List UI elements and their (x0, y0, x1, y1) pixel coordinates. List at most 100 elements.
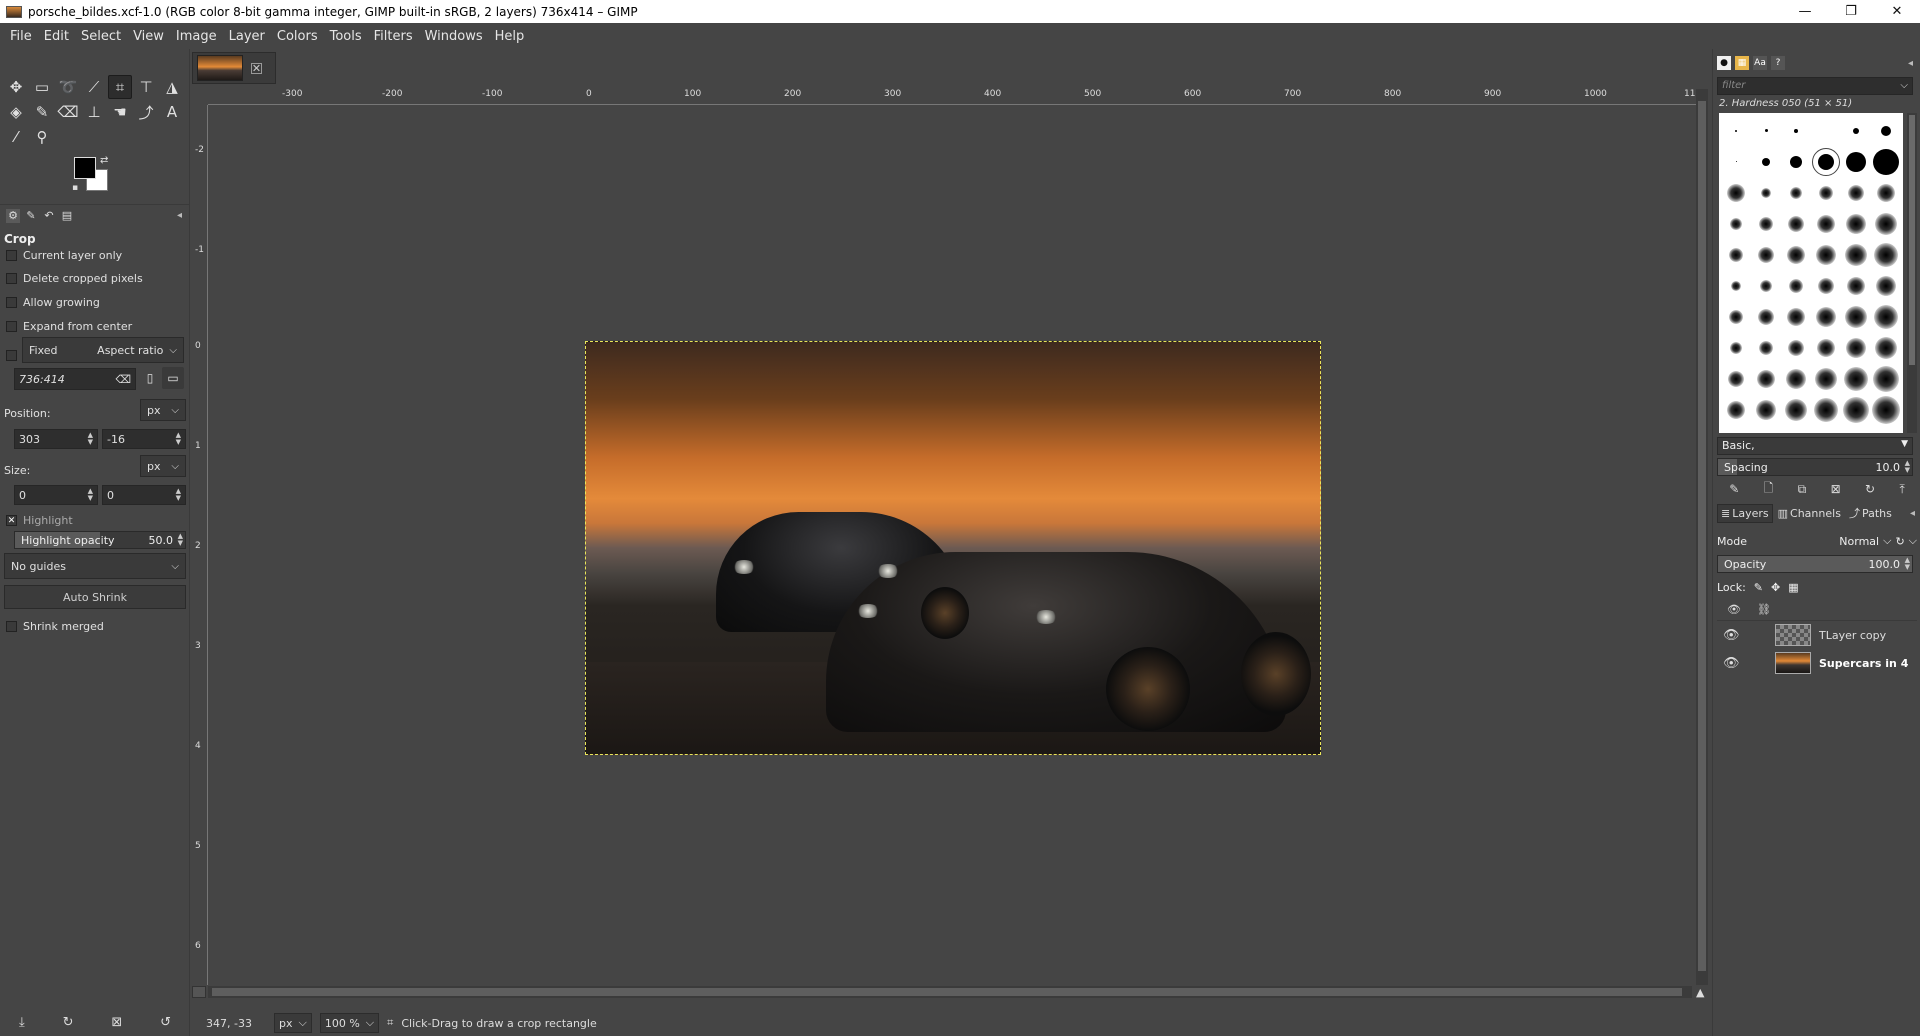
brush-swatch[interactable] (1721, 115, 1751, 146)
brush-swatch[interactable] (1811, 239, 1841, 270)
new-brush-icon[interactable]: 🗋 (1764, 479, 1774, 500)
brush-swatch[interactable] (1781, 115, 1811, 146)
aspect-ratio-input[interactable]: 736:414 ⌫ (14, 368, 136, 390)
menu-tools[interactable]: Tools (324, 29, 368, 44)
brush-swatch[interactable] (1811, 301, 1841, 332)
quick-mask-toggle[interactable] (192, 986, 206, 998)
horizontal-scrollbar[interactable] (208, 986, 1692, 998)
brush-swatch[interactable] (1871, 239, 1901, 270)
spin-arrows-icon[interactable]: ▲ ▼ (176, 488, 181, 502)
device-status-tab-icon[interactable]: ✎ (24, 209, 38, 223)
menu-windows[interactable]: Windows (419, 29, 489, 44)
brush-swatch[interactable] (1721, 146, 1751, 177)
spin-arrows-icon[interactable]: ▲ ▼ (88, 432, 93, 446)
brush-swatch[interactable] (1871, 363, 1901, 394)
size-w-input[interactable]: 0 ▲ ▼ (14, 485, 98, 505)
warp-icon[interactable]: ◮ (160, 75, 184, 99)
scroll-thumb[interactable] (1909, 115, 1915, 365)
menu-select[interactable]: Select (75, 29, 127, 44)
paths-icon[interactable]: ⤴ (134, 100, 158, 124)
brush-swatch[interactable] (1751, 208, 1781, 239)
position-unit-combo[interactable]: px ⌵ (140, 399, 186, 421)
brush-swatch[interactable] (1811, 208, 1841, 239)
clear-icon[interactable]: ⌫ (115, 373, 131, 386)
unit-combo[interactable]: px ⌵ (274, 1013, 312, 1033)
tab-channels[interactable]: ▥ Channels (1775, 505, 1844, 522)
brush-swatch[interactable] (1841, 177, 1871, 208)
ruler-top[interactable]: -300 -200 -100 0 100 200 300 400 500 600… (208, 89, 1696, 105)
delete-brush-icon[interactable]: ⊠ (1831, 482, 1841, 496)
brush-swatch[interactable] (1871, 332, 1901, 363)
expand-from-center-checkbox[interactable] (6, 321, 17, 332)
duplicate-brush-icon[interactable]: ⧉ (1798, 482, 1807, 497)
allow-growing-checkbox[interactable] (6, 297, 17, 308)
help-tab-icon[interactable]: ? (1771, 56, 1785, 70)
brush-swatch[interactable] (1781, 332, 1811, 363)
reset-options-icon[interactable]: ↺ (160, 1015, 171, 1030)
foreground-color[interactable] (74, 157, 96, 179)
brush-swatch[interactable] (1841, 270, 1871, 301)
ruler-left[interactable]: -2 -1 0 1 2 3 4 5 6 (192, 105, 208, 985)
brush-swatch[interactable] (1721, 270, 1751, 301)
spin-arrows-icon[interactable]: ▲ ▼ (176, 432, 181, 446)
size-h-input[interactable]: 0 ▲ ▼ (102, 485, 186, 505)
open-as-image-icon[interactable]: ⤒ (1899, 482, 1904, 497)
brush-swatch[interactable] (1781, 394, 1811, 425)
move-icon[interactable]: ✥ (4, 75, 28, 99)
brush-swatch[interactable] (1751, 270, 1781, 301)
menu-layer[interactable]: Layer (223, 29, 271, 44)
fonts-tab-icon[interactable]: Aa (1753, 56, 1767, 70)
swap-colors-icon[interactable]: ⇄ (100, 155, 108, 166)
scroll-thumb[interactable] (212, 988, 1682, 996)
brush-swatch[interactable] (1841, 301, 1871, 332)
close-button[interactable]: ✕ (1874, 0, 1920, 23)
crop-icon[interactable]: ⌗ (108, 75, 132, 99)
brush-swatch[interactable] (1721, 177, 1751, 208)
restore-options-icon[interactable]: ↻ (63, 1015, 74, 1030)
auto-shrink-button[interactable]: Auto Shrink (4, 585, 186, 609)
images-tab-icon[interactable]: ▤ (60, 209, 74, 223)
delete-options-icon[interactable]: ⊠ (111, 1015, 122, 1030)
delete-cropped-checkbox[interactable] (6, 273, 17, 284)
menu-image[interactable]: Image (170, 29, 223, 44)
spin-arrows-icon[interactable]: ▲ ▼ (88, 488, 93, 502)
image-layer[interactable] (585, 341, 1321, 755)
tab-layers[interactable]: ≣ Layers (1717, 503, 1773, 523)
highlight-row[interactable]: ✕ Highlight (6, 514, 73, 527)
landscape-icon[interactable]: ▭ (162, 367, 184, 389)
brush-grid[interactable] (1719, 113, 1903, 433)
transform-icon[interactable]: ⊤ (134, 75, 158, 99)
menu-file[interactable]: File (4, 29, 38, 44)
brush-swatch[interactable] (1751, 301, 1781, 332)
zoom-combo[interactable]: 100 % ⌵ (319, 1013, 380, 1033)
brush-swatch[interactable] (1781, 146, 1811, 177)
current-layer-only-checkbox[interactable] (6, 250, 17, 261)
brush-swatch[interactable] (1721, 301, 1751, 332)
brushes-tab-icon[interactable]: ● (1717, 56, 1731, 70)
brush-set-combo[interactable]: Basic, ▼ (1717, 437, 1913, 455)
brush-swatch[interactable] (1721, 363, 1751, 394)
navigate-icon[interactable]: ▲ (1696, 986, 1710, 1000)
highlight-checkbox[interactable]: ✕ (6, 515, 17, 526)
brush-swatch[interactable] (1841, 394, 1871, 425)
guides-combo[interactable]: No guides ⌵ (4, 553, 186, 579)
reset-colors-icon[interactable]: ▪ (72, 183, 78, 193)
eraser-icon[interactable]: ⌫ (56, 100, 80, 124)
image-canvas[interactable] (209, 106, 1694, 984)
position-x-input[interactable]: 303 ▲ ▼ (14, 429, 98, 449)
configure-tab-icon[interactable]: ◂ (1910, 508, 1915, 519)
brush-swatch[interactable] (1751, 363, 1781, 394)
brush-scrollbar[interactable] (1907, 113, 1917, 433)
lock-pixels-icon[interactable]: ✎ (1754, 581, 1763, 594)
text-icon[interactable]: A (160, 100, 184, 124)
edit-brush-icon[interactable]: ✎ (1729, 482, 1739, 496)
brush-swatch[interactable] (1721, 332, 1751, 363)
brush-swatch[interactable] (1751, 239, 1781, 270)
brush-swatch[interactable] (1841, 115, 1871, 146)
brush-swatch[interactable] (1841, 146, 1871, 177)
highlight-opacity-slider[interactable]: Highlight opacity 50.0 ▲ ▼ (14, 531, 186, 549)
lock-position-icon[interactable]: ✥ (1771, 581, 1780, 594)
brush-swatch[interactable] (1841, 239, 1871, 270)
fixed-mode-combo[interactable]: Fixed Aspect ratio ⌵ (22, 337, 184, 363)
lasso-icon[interactable]: ➰ (56, 75, 80, 99)
